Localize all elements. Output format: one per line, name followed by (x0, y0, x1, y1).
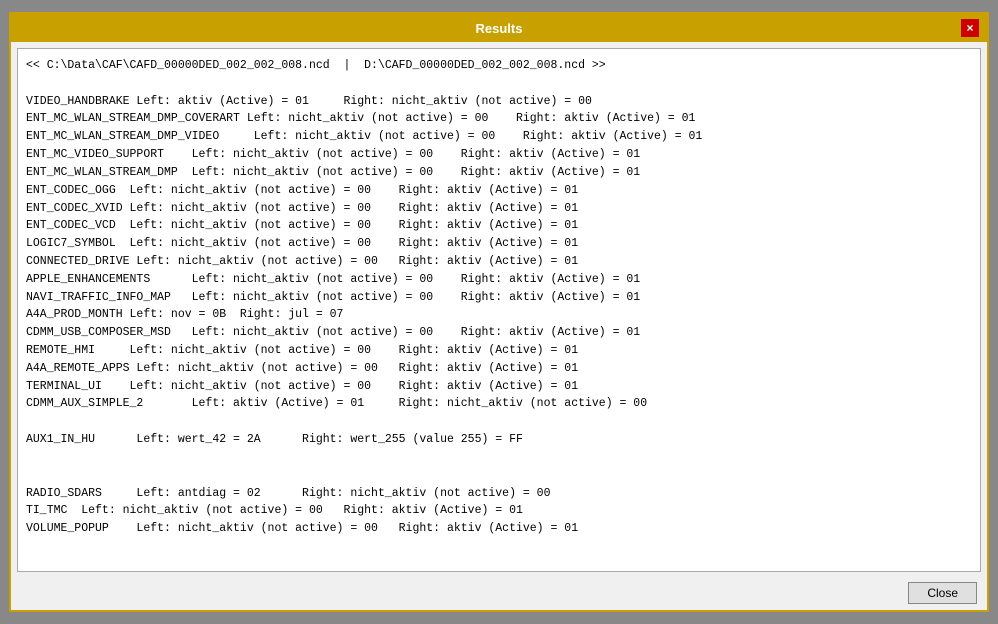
close-icon-button[interactable]: × (961, 19, 979, 37)
footer: Close (11, 578, 987, 610)
results-window: Results × << C:\Data\CAF\CAFD_00000DED_0… (9, 12, 989, 612)
results-content[interactable]: << C:\Data\CAF\CAFD_00000DED_002_002_008… (17, 48, 981, 572)
results-text: << C:\Data\CAF\CAFD_00000DED_002_002_008… (26, 57, 972, 538)
title-bar: Results × (11, 14, 987, 42)
close-button[interactable]: Close (908, 582, 977, 604)
window-title: Results (37, 21, 961, 36)
